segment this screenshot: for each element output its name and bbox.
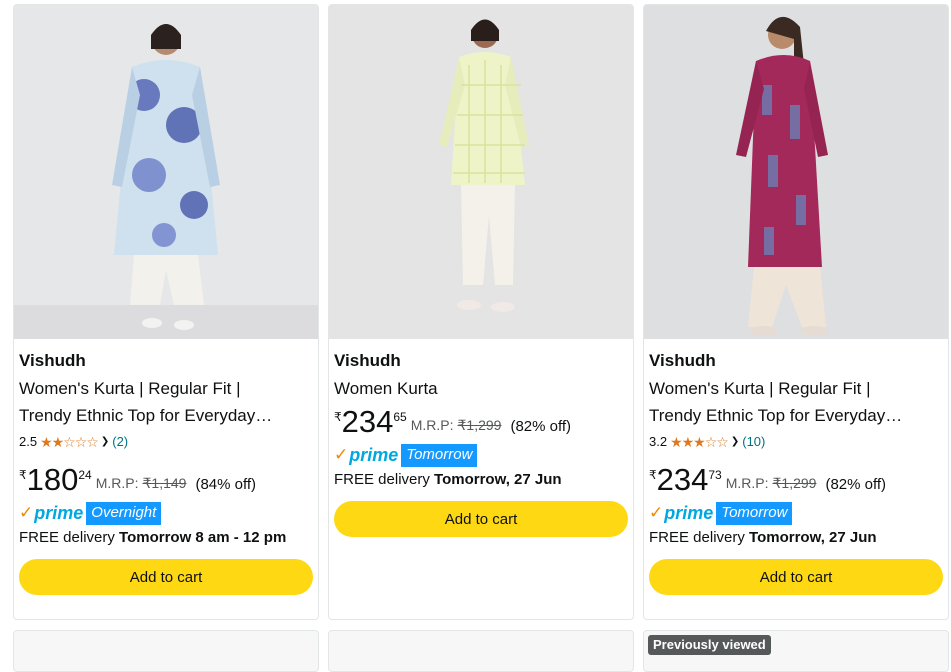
delivery-speed-badge: Tomorrow xyxy=(401,443,478,467)
add-to-cart-button[interactable]: Add to cart xyxy=(649,559,943,595)
price-currency: ₹ xyxy=(649,468,657,482)
product-card: Vishudh Women Kurta ₹ 234 65 M.R.P: ₹1,29… xyxy=(328,4,634,620)
product-rating[interactable]: 3.2 ★★★☆☆ ❯ (10) xyxy=(649,432,945,452)
price-fraction: 65 xyxy=(393,410,407,424)
delivery-prefix: FREE delivery xyxy=(19,529,120,546)
price-block[interactable]: ₹ 234 73 M.R.P: ₹1,299 (82% off) xyxy=(649,464,945,496)
add-to-cart-button[interactable]: Add to cart xyxy=(19,559,313,595)
product-image[interactable] xyxy=(644,5,948,339)
product-title-line[interactable]: Trendy Ethnic Top for Everyday… xyxy=(649,402,945,429)
product-brand: Vishudh xyxy=(19,351,86,370)
product-card: Vishudh Women's Kurta | Regular Fit | Tr… xyxy=(643,4,949,620)
product-card: Vishudh Women's Kurta | Regular Fit | Tr… xyxy=(13,4,319,620)
product-title-line[interactable]: Women Kurta xyxy=(334,375,630,402)
delivery-speed-badge: Overnight xyxy=(86,501,162,525)
prime-badge: ✓ prime Tomorrow xyxy=(334,443,630,467)
chevron-down-icon[interactable]: ❯ xyxy=(731,432,739,452)
price-currency: ₹ xyxy=(334,410,342,424)
product-brand: Vishudh xyxy=(334,351,401,370)
prime-badge: ✓ prime Tomorrow xyxy=(649,501,945,525)
price-whole: 234 xyxy=(656,462,709,497)
mrp-label: M.R.P: xyxy=(95,475,139,491)
product-card-partial[interactable] xyxy=(328,630,634,672)
discount: (84% off) xyxy=(195,476,257,493)
rating-value: 3.2 xyxy=(649,434,668,449)
price-block[interactable]: ₹ 234 65 M.R.P: ₹1,299 (82% off) xyxy=(334,406,630,438)
star-rating-icon[interactable]: ★★☆☆☆ xyxy=(40,432,99,452)
product-title[interactable]: Women's Kurta | Regular Fit | Trendy Eth… xyxy=(19,375,315,429)
mrp-label: M.R.P: xyxy=(410,417,454,433)
delivery-date: Tomorrow, 27 Jun xyxy=(749,529,877,546)
product-title[interactable]: Women Kurta xyxy=(334,375,630,402)
price-whole: 234 xyxy=(341,404,394,439)
delivery-prefix: FREE delivery xyxy=(649,529,750,546)
delivery-prefix: FREE delivery xyxy=(334,471,435,488)
prime-check-icon: ✓ xyxy=(649,503,664,522)
price-fraction: 24 xyxy=(78,468,92,482)
price-currency: ₹ xyxy=(19,468,27,482)
price-block[interactable]: ₹ 180 24 M.R.P: ₹1,149 (84% off) xyxy=(19,464,315,496)
previously-viewed-badge: Previously viewed xyxy=(648,635,771,655)
review-count-link[interactable]: (10) xyxy=(742,432,765,452)
mrp: M.R.P: ₹1,299 xyxy=(726,475,817,492)
mrp: M.R.P: ₹1,149 xyxy=(96,475,187,492)
product-title-line[interactable]: Women's Kurta | Regular Fit | xyxy=(649,375,945,402)
delivery-speed-badge: Tomorrow xyxy=(716,501,793,525)
mrp-label: M.R.P: xyxy=(725,475,769,491)
delivery-date: Tomorrow 8 am - 12 pm xyxy=(119,529,287,546)
mrp: M.R.P: ₹1,299 xyxy=(411,417,502,434)
prime-check-icon: ✓ xyxy=(334,445,349,464)
delivery-info: FREE delivery Tomorrow, 27 Jun xyxy=(649,528,945,548)
prime-logo: prime xyxy=(34,502,84,523)
product-rating[interactable]: 2.5 ★★☆☆☆ ❯ (2) xyxy=(19,432,315,452)
star-rating-icon[interactable]: ★★★☆☆ xyxy=(670,432,729,452)
delivery-info: FREE delivery Tomorrow, 27 Jun xyxy=(334,470,630,490)
product-card-partial[interactable] xyxy=(13,630,319,672)
price-fraction: 73 xyxy=(708,468,722,482)
discount: (82% off) xyxy=(825,476,887,493)
prime-logo: prime xyxy=(349,444,399,465)
product-image[interactable] xyxy=(329,5,633,339)
delivery-info: FREE delivery Tomorrow 8 am - 12 pm xyxy=(19,528,315,548)
delivery-date: Tomorrow, 27 Jun xyxy=(434,471,562,488)
mrp-value: ₹1,299 xyxy=(457,417,502,433)
product-brand: Vishudh xyxy=(649,351,716,370)
chevron-down-icon[interactable]: ❯ xyxy=(101,432,109,452)
discount: (82% off) xyxy=(510,418,572,435)
prime-badge: ✓ prime Overnight xyxy=(19,501,315,525)
product-title[interactable]: Women's Kurta | Regular Fit | Trendy Eth… xyxy=(649,375,945,429)
product-image[interactable] xyxy=(14,5,318,339)
prime-check-icon: ✓ xyxy=(19,503,34,522)
prime-logo: prime xyxy=(664,502,714,523)
product-title-line[interactable]: Women's Kurta | Regular Fit | xyxy=(19,375,315,402)
add-to-cart-button[interactable]: Add to cart xyxy=(334,501,628,537)
price-whole: 180 xyxy=(26,462,79,497)
mrp-value: ₹1,299 xyxy=(772,475,817,491)
product-title-line[interactable]: Trendy Ethnic Top for Everyday… xyxy=(19,402,315,429)
review-count-link[interactable]: (2) xyxy=(112,432,128,452)
rating-value: 2.5 xyxy=(19,434,38,449)
mrp-value: ₹1,149 xyxy=(142,475,187,491)
